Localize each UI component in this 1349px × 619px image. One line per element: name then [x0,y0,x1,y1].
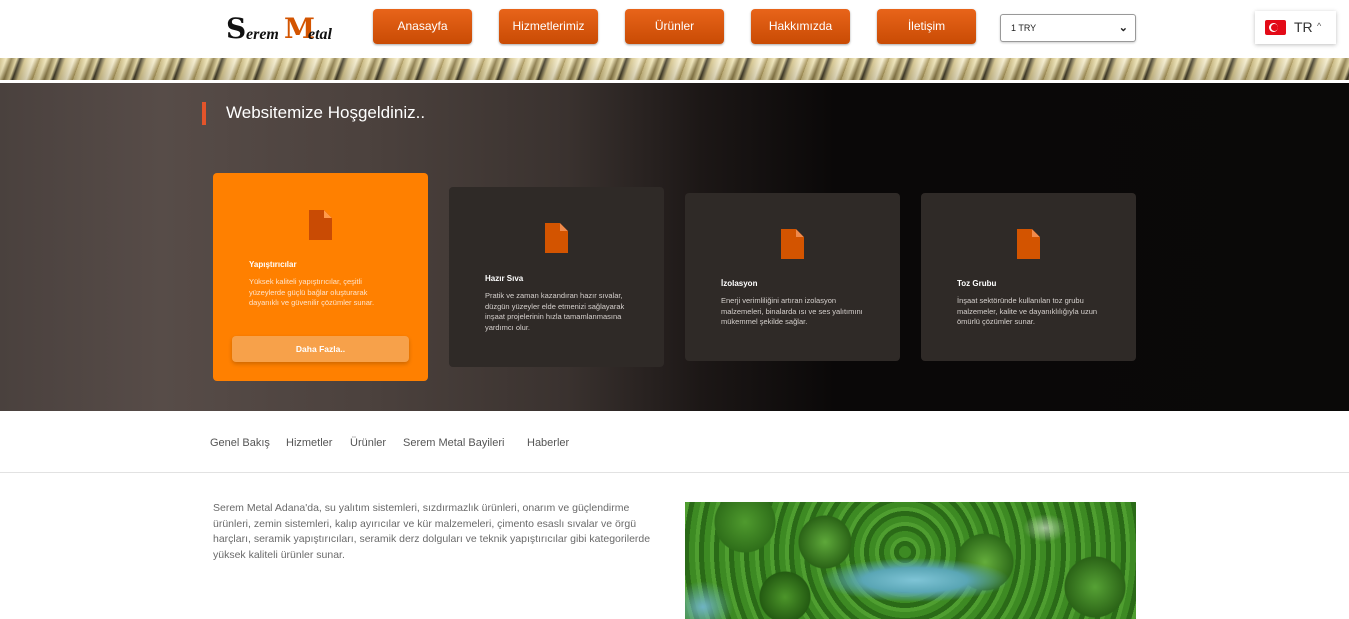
tab-hizmetler[interactable]: Hizmetler [286,437,332,449]
tab-bayiler[interactable]: Serem Metal Bayileri [403,437,504,449]
gold-banner-overlay [0,58,1349,80]
card-title: İzolasyon [721,279,758,288]
card-text: Pratik ve zaman kazandıran hazır sıvalar… [485,291,625,332]
card-title: Hazır Sıva [485,274,524,283]
nav-iletisim-button[interactable]: İletişim [877,9,976,44]
tab-genel-bakis[interactable]: Genel Bakış [210,437,270,449]
forest-lake-image [685,502,1136,619]
category-card-yapistiricilar[interactable]: Yapıştırıcılar Yüksek kaliteli yapıştırı… [213,173,428,381]
category-card-toz-grubu[interactable]: Toz Grubu İnşaat sektöründe kullanılan t… [921,193,1136,361]
hero-section [0,83,1349,411]
chevron-up-icon: ^ [1317,21,1322,31]
hero-title: Websitemize Hoşgeldiniz.. [226,103,426,122]
language-selector[interactable]: TR ^ [1255,11,1336,44]
site-header: S erem M etal Anasayfa Hizmetlerimiz Ürü… [0,0,1349,58]
nav-hakkimizda-button[interactable]: Hakkımızda [751,9,850,44]
nav-urunler-button[interactable]: Ürünler [625,9,724,44]
nav-anasayfa-button[interactable]: Anasayfa [373,9,472,44]
daha-fazla-button[interactable]: Daha Fazla.. [232,336,409,362]
card-title: Toz Grubu [957,279,997,288]
about-text: Serem Metal Adana'da, su yalıtım sisteml… [213,502,651,561]
currency-select[interactable]: 1 TRY ⌄ [1000,14,1136,42]
content-tabs: Genel Bakış Hizmetler Ürünler Serem Meta… [0,411,1349,473]
card-title: Yapıştırıcılar [249,260,297,269]
serem-metal-logo[interactable]: S erem M etal [226,12,338,46]
card-text: İnşaat sektöründe kullanılan toz grubu m… [957,296,1098,326]
language-code: TR [1294,19,1313,35]
nav-hizmetlerimiz-button[interactable]: Hizmetlerimiz [499,9,598,44]
tab-urunler[interactable]: Ürünler [350,437,386,449]
card-text: Enerji verimliliğini artıran izolasyon m… [721,296,863,326]
card-text: Yüksek kaliteli yapıştırıcılar, çeşitli … [249,277,375,307]
hero-title-accent [202,102,206,125]
category-card-izolasyon[interactable]: İzolasyon Enerji verimliliğini artıran i… [685,193,900,361]
chevron-down-icon: ⌄ [1118,22,1128,34]
document-icon [781,229,804,259]
document-icon [545,223,568,253]
document-icon [1017,229,1040,259]
currency-selected-value: 1 TRY [1011,23,1037,33]
category-card-hazir-siva[interactable]: Hazır Sıva Pratik ve zaman kazandıran ha… [449,187,664,367]
turkey-flag-icon [1265,20,1286,35]
tab-haberler[interactable]: Haberler [527,437,569,449]
document-icon [309,210,332,240]
